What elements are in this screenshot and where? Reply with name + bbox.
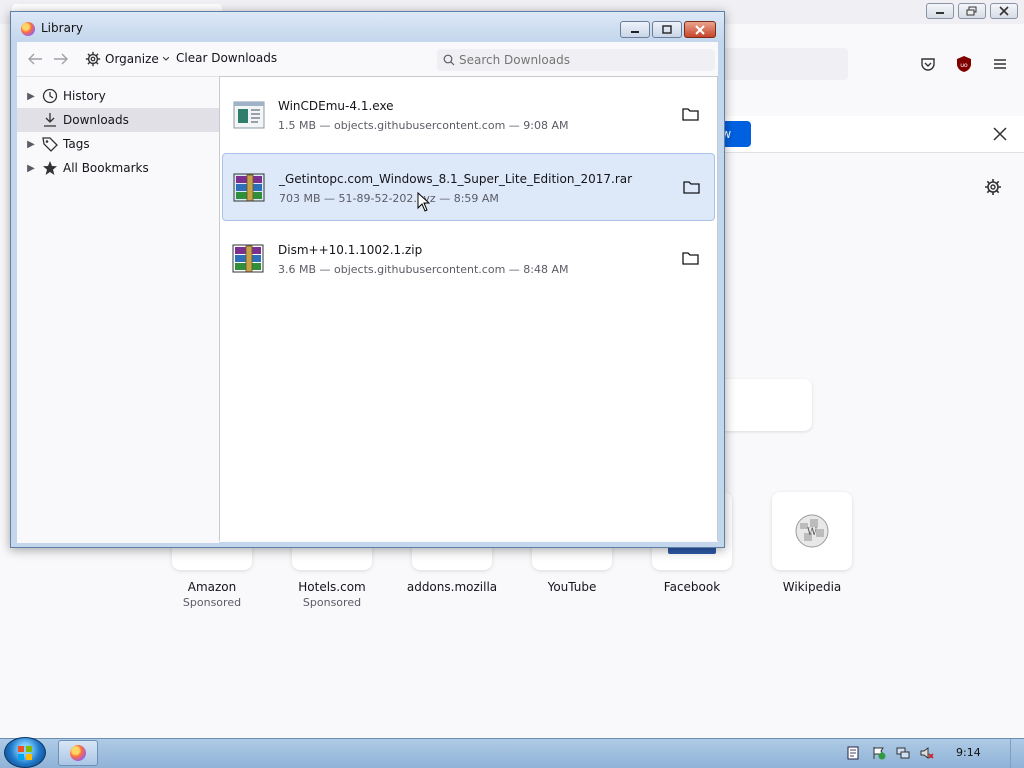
library-close-button[interactable] (684, 21, 716, 38)
hamburger-menu-icon[interactable] (990, 54, 1010, 74)
notification-close-button[interactable] (990, 124, 1010, 144)
library-sidebar: ▶ History Downloads ▶ Tags ▶ All Bookmar… (17, 76, 219, 543)
organize-label: Organize (105, 52, 159, 66)
library-maximize-button[interactable] (652, 21, 682, 38)
wikipedia-globe-icon: W (795, 514, 829, 548)
winrar-archive-icon (233, 173, 265, 202)
sidebar-item-label: Downloads (63, 113, 129, 127)
chevron-down-icon (162, 57, 169, 61)
downloads-list: WinCDEmu-4.1.exe 1.5 MB — objects.github… (219, 76, 718, 541)
clear-downloads-button[interactable]: Clear Downloads (176, 51, 277, 65)
top-site-tile-wikipedia[interactable]: W (772, 492, 852, 570)
close-icon (999, 6, 1009, 16)
search-downloads-input[interactable] (437, 49, 715, 71)
sidebar-item-downloads[interactable]: Downloads (17, 108, 219, 132)
tile-label: Hotels.com (298, 580, 366, 594)
gear-icon (985, 179, 1001, 195)
library-body: Organize Clear Downloads ▶ History Downl… (17, 42, 718, 543)
network-icon[interactable] (896, 746, 910, 760)
ublock-origin-icon[interactable]: uo (954, 54, 974, 74)
tile-label: Wikipedia (782, 580, 842, 594)
show-desktop-button[interactable] (1010, 739, 1024, 768)
tile-label: Facebook (663, 580, 721, 594)
firefox-minimize-button[interactable] (926, 3, 954, 19)
organize-button[interactable]: Organize (85, 49, 169, 69)
action-center-flag-icon[interactable] (872, 746, 886, 760)
download-details: 703 MB — 51-89-52-202.xyz — 8:59 AM (279, 192, 499, 205)
show-in-folder-button[interactable] (680, 105, 700, 123)
show-in-folder-button[interactable] (680, 249, 700, 267)
gear-icon (85, 51, 101, 67)
tile-label: YouTube (547, 580, 597, 594)
library-window: Library Organize Clear Downloads Search … (10, 11, 725, 548)
library-titlebar[interactable] (11, 12, 724, 42)
close-icon (993, 127, 1007, 141)
taskbar-clock[interactable]: 9:14 (956, 746, 981, 759)
taskbar-firefox-button[interactable] (58, 740, 98, 766)
download-filename: Dism++10.1.1002.1.zip (278, 243, 423, 257)
tag-icon (41, 135, 59, 153)
download-details: 3.6 MB — objects.githubusercontent.com —… (278, 263, 569, 276)
tile-sponsored-label: Sponsored (182, 596, 242, 609)
svg-text:uo: uo (960, 62, 968, 69)
download-item[interactable]: Dism++10.1.1002.1.zip 3.6 MB — objects.g… (222, 225, 715, 293)
firefox-close-button[interactable] (990, 3, 1018, 19)
search-icon (443, 54, 455, 66)
download-item[interactable]: _Getintopc.com_Windows_8.1_Super_Lite_Ed… (222, 153, 715, 221)
library-toolbar: Organize Clear Downloads (17, 42, 718, 76)
download-filename: WinCDEmu-4.1.exe (278, 99, 394, 113)
library-title: Library (41, 21, 83, 35)
close-icon (695, 24, 705, 35)
taskbar (0, 738, 1024, 768)
mouse-cursor-icon (417, 192, 430, 212)
tile-label: Amazon (187, 580, 237, 594)
tile-label: addons.mozilla (406, 580, 498, 594)
download-item[interactable]: WinCDEmu-4.1.exe 1.5 MB — objects.github… (222, 81, 715, 149)
expand-arrow-icon[interactable]: ▶ (21, 163, 41, 174)
exe-file-icon (233, 101, 265, 129)
svg-text:W: W (807, 527, 818, 538)
clock-icon (41, 87, 59, 105)
arrow-right-icon (54, 53, 68, 65)
sidebar-item-history[interactable]: ▶ History (17, 84, 219, 108)
folder-icon (681, 252, 699, 265)
pocket-icon[interactable] (918, 54, 938, 74)
sidebar-item-tags[interactable]: ▶ Tags (17, 132, 219, 156)
restore-icon (966, 6, 977, 16)
library-minimize-button[interactable] (620, 21, 650, 38)
windows-logo-icon (18, 746, 32, 760)
sidebar-item-label: History (63, 89, 106, 103)
download-filename: _Getintopc.com_Windows_8.1_Super_Lite_Ed… (279, 172, 633, 186)
firefox-logo-icon (21, 22, 35, 36)
newtab-settings-button[interactable] (982, 176, 1004, 198)
minimize-icon (631, 30, 639, 33)
folder-icon (681, 108, 699, 121)
sidebar-item-label: All Bookmarks (63, 161, 149, 175)
star-icon (41, 159, 59, 177)
sidebar-item-all-bookmarks[interactable]: ▶ All Bookmarks (17, 156, 219, 180)
forward-button[interactable] (51, 50, 71, 68)
tile-sponsored-label: Sponsored (302, 596, 362, 609)
start-button[interactable] (4, 737, 46, 768)
firefox-restore-button[interactable] (958, 3, 986, 19)
expand-arrow-icon[interactable]: ▶ (21, 91, 41, 102)
firefox-logo-icon (70, 745, 86, 761)
minimize-icon (936, 12, 944, 14)
expand-arrow-icon[interactable]: ▶ (21, 139, 41, 150)
arrow-left-icon (28, 53, 42, 65)
back-button[interactable] (25, 50, 45, 68)
winrar-archive-icon (232, 244, 264, 273)
volume-muted-icon[interactable] (920, 746, 934, 760)
download-details: 1.5 MB — objects.githubusercontent.com —… (278, 119, 569, 132)
download-icon (41, 111, 59, 129)
show-in-folder-button[interactable] (681, 178, 701, 196)
maximize-icon (662, 25, 672, 34)
folder-icon (682, 181, 700, 194)
sidebar-item-label: Tags (63, 137, 90, 151)
tray-document-icon[interactable] (846, 746, 860, 760)
